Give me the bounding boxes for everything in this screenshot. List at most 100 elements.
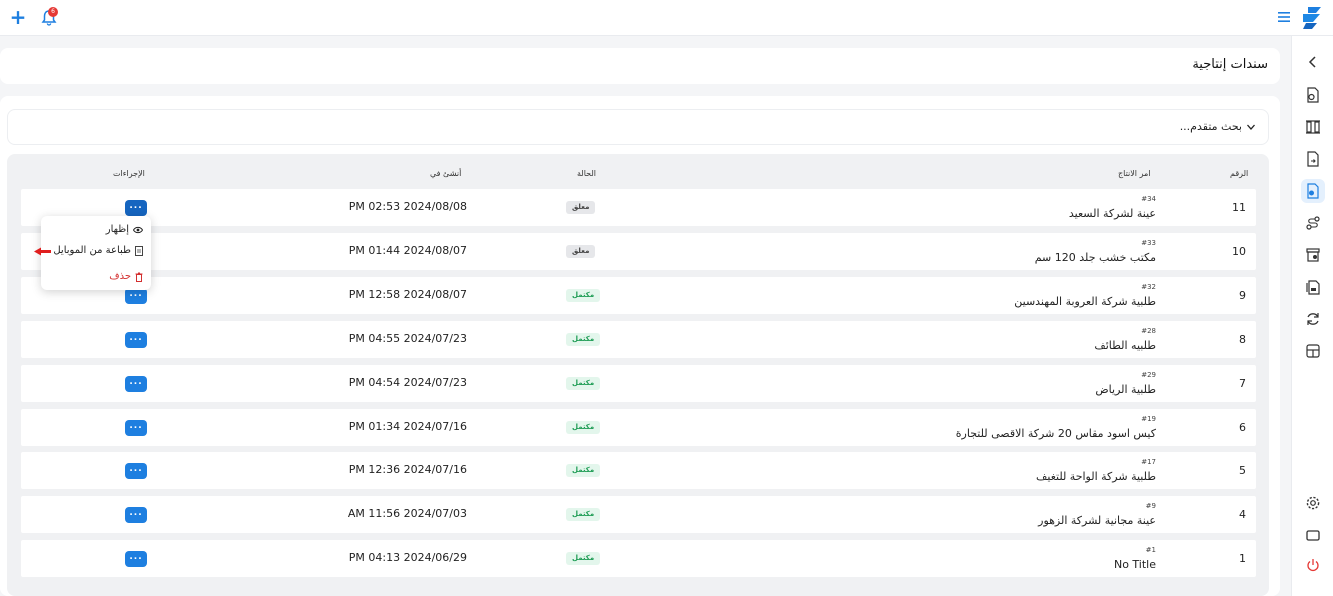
notification-badge: 6 bbox=[48, 7, 58, 17]
row-number: 4 bbox=[1239, 508, 1246, 521]
menu-item-show-label: إظهار bbox=[105, 224, 129, 235]
actions-button[interactable]: ... bbox=[125, 507, 147, 523]
table-row[interactable]: 6 #19 كيس اسود مقاس 20 شركة الاقصى للتجا… bbox=[21, 409, 1256, 446]
actions-button[interactable]: ... bbox=[125, 288, 147, 304]
row-number: 7 bbox=[1239, 377, 1246, 390]
advanced-search-label: بحث متقدم... bbox=[1179, 120, 1242, 133]
created-date: PM 01:34 2024/07/16 bbox=[348, 420, 467, 433]
order-name[interactable]: طلبيه الطائف bbox=[1094, 339, 1156, 352]
menu-item-print-label: طباعة من الموبايل bbox=[53, 245, 131, 256]
menu-item-delete[interactable]: حذف bbox=[109, 271, 143, 282]
order-code: #19 bbox=[1141, 415, 1156, 423]
column-header-order: امر الانتاج bbox=[1118, 169, 1151, 178]
order-code: #1 bbox=[1145, 546, 1156, 554]
gear-icon[interactable] bbox=[1301, 491, 1325, 515]
order-name[interactable]: كيس اسود مقاس 20 شركة الاقصى للتجارة bbox=[956, 427, 1156, 440]
advanced-search[interactable]: بحث متقدم... bbox=[7, 109, 1269, 145]
status-badge: معلق bbox=[566, 245, 596, 258]
documents-icon[interactable] bbox=[1301, 275, 1325, 299]
document-money-icon[interactable] bbox=[1301, 83, 1325, 107]
table-row[interactable]: 8 #28 طلبيه الطائف مكتمل PM 04:55 2024/0… bbox=[21, 321, 1256, 358]
status-badge: مكتمل bbox=[566, 464, 601, 477]
table-row[interactable]: 4 #9 عينة مجانية لشركة الزهور مكتمل AM 1… bbox=[21, 496, 1256, 533]
table-row[interactable]: 1 #1 No Title مكتمل PM 04:13 2024/06/29 … bbox=[21, 540, 1256, 577]
pointer-arrow-icon bbox=[34, 247, 51, 256]
document-export-icon[interactable] bbox=[1301, 147, 1325, 171]
document-icon bbox=[135, 245, 143, 256]
route-icon[interactable] bbox=[1301, 211, 1325, 235]
created-date: PM 04:55 2024/07/23 bbox=[348, 332, 467, 345]
menu-item-print-mobile[interactable]: طباعة من الموبايل bbox=[53, 245, 143, 256]
inventory-icon[interactable] bbox=[1301, 243, 1325, 267]
row-number: 6 bbox=[1239, 421, 1246, 434]
column-header-number: الرقم bbox=[1230, 169, 1249, 178]
status-badge: مكتمل bbox=[566, 552, 601, 565]
plus-icon[interactable]: + bbox=[8, 7, 28, 28]
row-number: 1 bbox=[1239, 552, 1246, 565]
row-number: 10 bbox=[1232, 245, 1246, 258]
created-date: PM 04:13 2024/06/29 bbox=[348, 551, 467, 564]
order-code: #29 bbox=[1141, 371, 1156, 379]
status-badge: معلق bbox=[566, 201, 596, 214]
sidebar bbox=[1291, 36, 1333, 596]
order-name[interactable]: عينة لشركة السعيد bbox=[1069, 207, 1156, 220]
order-name[interactable]: طلبية شركة العروبة المهندسين bbox=[1014, 295, 1156, 308]
order-name[interactable]: طلبية الرياض bbox=[1095, 383, 1156, 396]
status-badge: مكتمل bbox=[566, 289, 601, 302]
page-title: سندات إنتاجية bbox=[1192, 57, 1268, 72]
order-code: #34 bbox=[1141, 195, 1156, 203]
actions-button[interactable]: ... bbox=[125, 551, 147, 567]
actions-button[interactable]: ... bbox=[125, 376, 147, 392]
actions-menu: إظهار طباعة من الموبايل حذف bbox=[41, 216, 151, 290]
created-date: PM 01:44 2024/08/07 bbox=[348, 244, 467, 257]
power-icon[interactable] bbox=[1301, 553, 1325, 577]
document-production-icon[interactable] bbox=[1301, 179, 1325, 203]
trash-icon bbox=[135, 272, 143, 282]
status-badge: مكتمل bbox=[566, 508, 601, 521]
table-row[interactable]: 11 #34 عينة لشركة السعيد معلق PM 02:53 2… bbox=[21, 189, 1256, 226]
logo-icon[interactable] bbox=[1299, 5, 1325, 31]
hamburger-icon[interactable] bbox=[1277, 11, 1291, 23]
table-row[interactable]: 7 #29 طلبية الرياض مكتمل PM 04:54 2024/0… bbox=[21, 365, 1256, 402]
top-bar: + 6 bbox=[0, 0, 1333, 36]
status-badge: مكتمل bbox=[566, 333, 601, 346]
columns-icon[interactable] bbox=[1301, 115, 1325, 139]
order-name[interactable]: طلبية شركة الواحة للتغيف bbox=[1036, 470, 1156, 483]
status-badge: مكتمل bbox=[566, 421, 601, 434]
actions-button[interactable]: ... bbox=[125, 420, 147, 436]
actions-button[interactable]: ... bbox=[125, 332, 147, 348]
refresh-icon[interactable] bbox=[1301, 307, 1325, 331]
row-number: 8 bbox=[1239, 333, 1246, 346]
order-code: #32 bbox=[1141, 283, 1156, 291]
menu-item-show[interactable]: إظهار bbox=[106, 224, 143, 235]
page-header: سندات إنتاجية bbox=[0, 48, 1280, 84]
chevron-left-icon[interactable] bbox=[1301, 50, 1325, 74]
chevron-down-icon bbox=[1247, 124, 1255, 130]
actions-button[interactable]: ... bbox=[125, 463, 147, 479]
eye-icon bbox=[133, 226, 143, 233]
table-row[interactable]: 10 #33 مكتب خشب جلد 120 سم معلق PM 01:44… bbox=[21, 233, 1256, 270]
table-icon[interactable] bbox=[1301, 339, 1325, 363]
order-code: #33 bbox=[1141, 239, 1156, 247]
menu-item-delete-label: حذف bbox=[109, 271, 131, 282]
row-number: 9 bbox=[1239, 289, 1246, 302]
table-row[interactable]: 5 #17 طلبية شركة الواحة للتغيف مكتمل PM … bbox=[21, 452, 1256, 489]
column-header-status: الحالة bbox=[577, 169, 596, 178]
actions-button[interactable]: ... bbox=[125, 200, 147, 216]
created-date: AM 11:56 2024/07/03 bbox=[347, 507, 467, 520]
order-name[interactable]: مكتب خشب جلد 120 سم bbox=[1035, 251, 1156, 264]
order-name[interactable]: عينة مجانية لشركة الزهور bbox=[1038, 514, 1156, 527]
order-code: #9 bbox=[1145, 502, 1156, 510]
table-row[interactable]: 9 #32 طلبية شركة العروبة المهندسين مكتمل… bbox=[21, 277, 1256, 314]
row-number: 11 bbox=[1232, 201, 1246, 214]
advanced-search-toggle[interactable]: بحث متقدم... bbox=[1180, 120, 1256, 133]
row-number: 5 bbox=[1239, 464, 1246, 477]
created-date: PM 02:53 2024/08/08 bbox=[348, 200, 467, 213]
order-code: #17 bbox=[1141, 458, 1156, 466]
column-header-created: أنشئ في bbox=[430, 169, 462, 178]
status-badge: مكتمل bbox=[566, 377, 601, 390]
created-date: PM 12:36 2024/07/16 bbox=[348, 463, 467, 476]
window-icon[interactable] bbox=[1301, 523, 1325, 547]
order-name[interactable]: No Title bbox=[1114, 558, 1156, 571]
order-code: #28 bbox=[1141, 327, 1156, 335]
